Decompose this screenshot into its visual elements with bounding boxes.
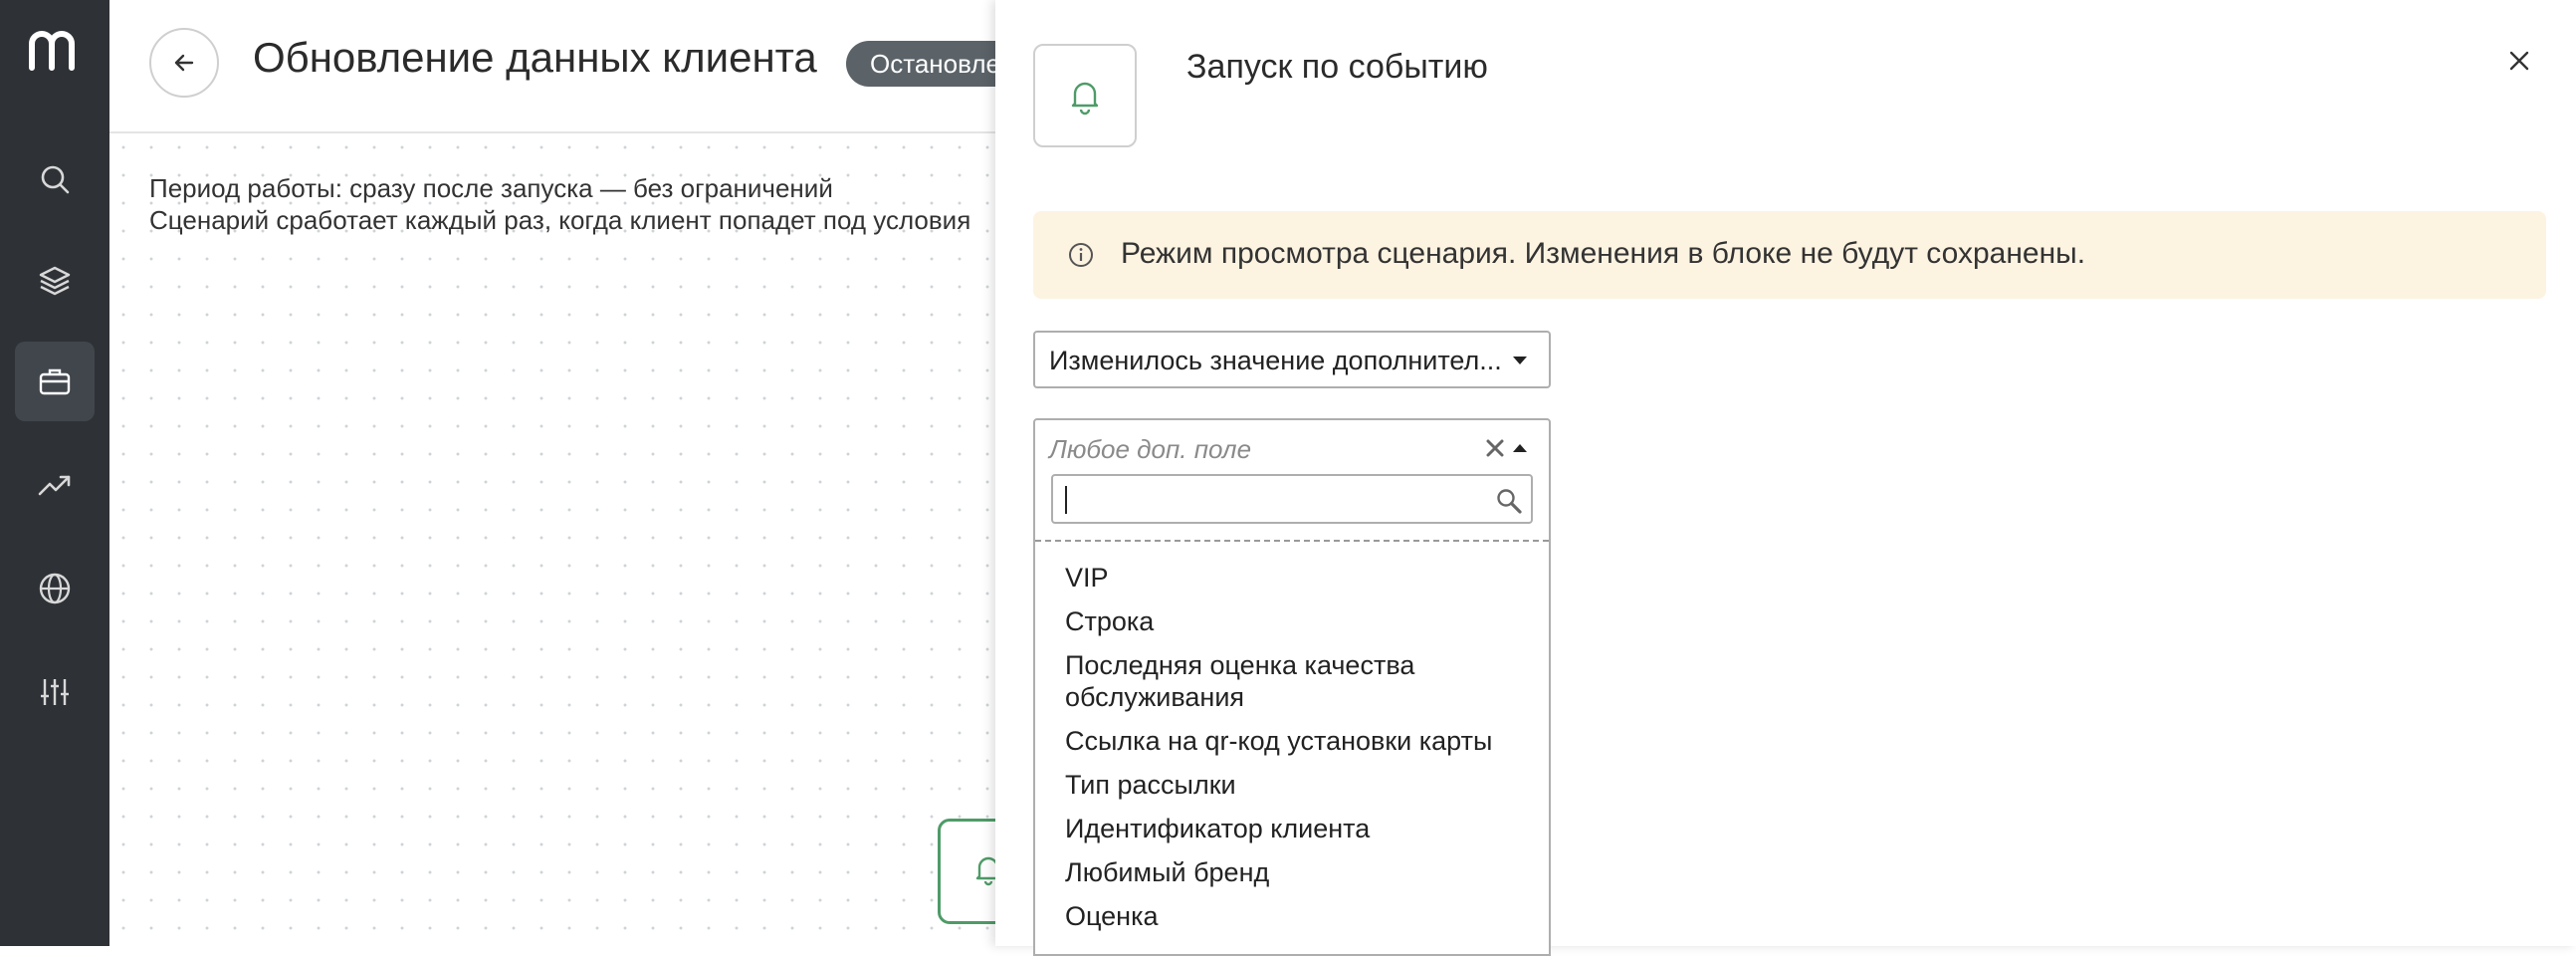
dropdown-option[interactable]: Тип рассылки [1035,763,1549,807]
notice-text: Режим просмотра сценария. Изменения в бл… [1121,237,2086,270]
sliders-icon [41,679,69,705]
trigger-info: Сценарий сработает каждый раз, когда кли… [149,205,971,235]
view-mode-notice: Режим просмотра сценария. Изменения в бл… [1033,211,2546,299]
dropdown-options: VIP Строка Последняя оценка качества обс… [1035,556,1549,938]
dropdown-search-input[interactable] [1051,474,1533,524]
globe-icon [39,573,71,604]
custom-field-placeholder: Любое доп. поле [1049,434,1252,464]
event-trigger-panel: Запуск по событию Режим просмотра сценар… [995,0,2576,956]
panel-block-icon [1033,44,1137,147]
text-cursor [1065,486,1067,514]
nav-globe[interactable] [15,549,95,628]
clear-icon[interactable] [1483,436,1507,460]
period-info: Период работы: сразу после запуска — без… [149,173,833,203]
close-panel-button[interactable] [2502,44,2536,78]
dropdown-option[interactable]: Ссылка на qr-код установки карты [1035,719,1549,763]
event-type-value: Изменилось значение дополнител... [1049,346,1502,375]
dropdown-option[interactable]: Строка [1035,599,1549,643]
nav-campaigns[interactable] [15,342,95,421]
nav-search[interactable] [15,139,95,219]
back-button[interactable] [149,28,219,98]
close-icon [2509,51,2529,71]
chevron-up-icon[interactable] [1513,444,1527,452]
trending-up-icon [38,475,71,496]
dropdown-option[interactable]: Оценка [1035,894,1549,938]
page-title: Обновление данных клиента [253,34,817,81]
dropdown-option[interactable]: VIP [1035,556,1549,599]
nav-analytics[interactable] [15,445,95,525]
search-icon [1497,489,1522,514]
arrow-left-icon [174,54,194,72]
dropdown-option[interactable]: Любимый бренд [1035,850,1549,894]
logo[interactable] [28,26,82,76]
nav-layers[interactable] [15,241,95,321]
briefcase-icon [39,368,71,395]
search-icon [41,165,70,194]
event-type-select[interactable]: Изменилось значение дополнител... [1033,331,1551,388]
layers-icon [39,266,71,296]
dropdown-option[interactable]: Идентификатор клиента [1035,807,1549,850]
nav-settings[interactable] [15,652,95,732]
left-nav [0,0,109,946]
dropdown-option[interactable]: Последняя оценка качества обслуживания [1035,643,1473,719]
info-icon [1069,243,1093,267]
bell-icon [1071,82,1099,116]
chevron-down-icon [1513,357,1527,364]
dropdown-divider [1035,540,1549,542]
custom-field-dropdown[interactable]: Любое доп. поле VIP Строка Последняя оце… [1033,418,1551,956]
panel-title: Запуск по событию [1186,48,1488,86]
